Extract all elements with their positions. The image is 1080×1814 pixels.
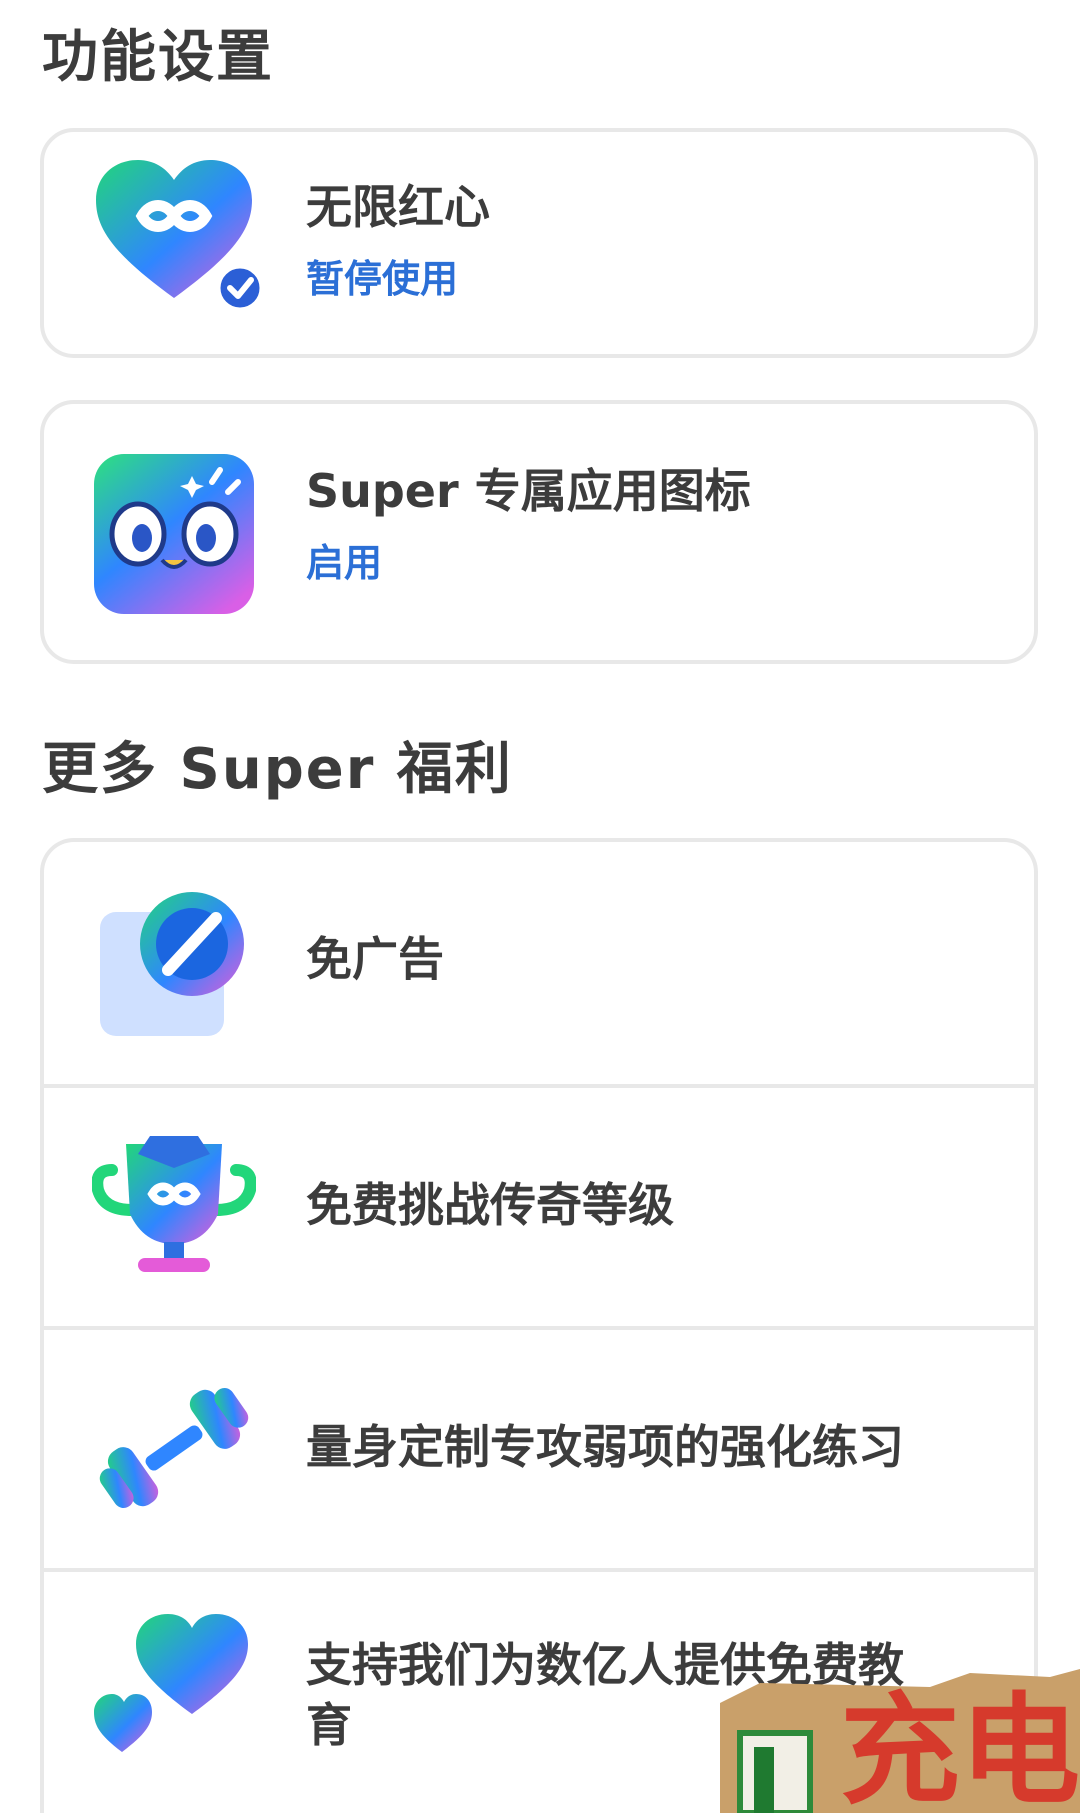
infinite-hearts-card[interactable]: 无限红心 暂停使用 <box>40 128 1038 358</box>
section-title-more-benefits: 更多 Super 福利 <box>42 737 513 802</box>
no-ads-icon <box>92 882 256 1046</box>
hearts-support-icon <box>92 1602 256 1766</box>
dumbbell-icon <box>92 1366 256 1530</box>
sticker-text: 充电 <box>840 1680 1080 1813</box>
benefit-row-legendary: 免费挑战传奇等级 <box>44 1084 1034 1326</box>
legendary-label: 免费挑战传奇等级 <box>306 1178 674 1232</box>
benefit-row-no-ads: 免广告 <box>44 842 1034 1084</box>
super-app-icon-card[interactable]: Super 专属应用图标 启用 <box>40 400 1038 664</box>
super-app-icon <box>92 452 256 616</box>
infinite-hearts-status-link[interactable]: 暂停使用 <box>306 248 490 303</box>
super-app-icon-title: Super 专属应用图标 <box>306 464 751 518</box>
trophy-icon <box>91 1124 257 1288</box>
super-app-icon-enable-link[interactable]: 启用 <box>306 532 751 587</box>
infinite-hearts-title: 无限红心 <box>306 180 490 234</box>
recharge-sticker: 充电 <box>720 1663 1080 1813</box>
no-ads-label: 免广告 <box>306 932 444 986</box>
practice-label: 量身定制专攻弱项的强化练习 <box>306 1420 904 1474</box>
infinite-hearts-icon <box>92 158 265 322</box>
benefit-row-practice: 量身定制专攻弱项的强化练习 <box>44 1326 1034 1568</box>
section-title-feature-settings: 功能设置 <box>42 25 274 90</box>
